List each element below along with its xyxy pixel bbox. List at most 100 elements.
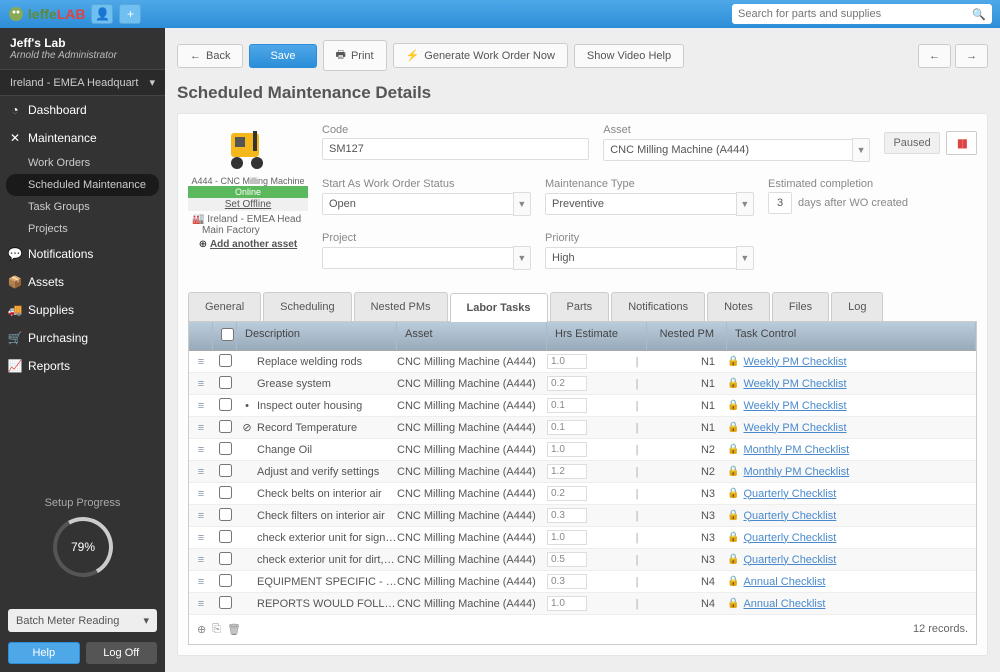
maint-type-select[interactable] — [545, 193, 736, 215]
tab-scheduling[interactable]: Scheduling — [263, 292, 351, 321]
row-checkbox[interactable] — [219, 376, 232, 389]
next-button[interactable]: → — [955, 44, 988, 68]
col-task-control[interactable]: Task Control — [727, 322, 976, 350]
project-select[interactable] — [322, 247, 513, 269]
hrs-input[interactable] — [547, 398, 587, 413]
task-control-link[interactable]: Quarterly Checklist — [743, 532, 836, 544]
nav-dashboard[interactable]: ◔Dashboard — [0, 96, 165, 124]
nav-supplies[interactable]: 🚚Supplies — [0, 296, 165, 324]
task-control-link[interactable]: Monthly PM Checklist — [743, 466, 849, 478]
table-row[interactable]: ≡Adjust and verify settingsCNC Milling M… — [189, 461, 976, 483]
table-row[interactable]: ≡Change OilCNC Milling Machine (A444)|N2… — [189, 439, 976, 461]
video-help-button[interactable]: Show Video Help — [574, 44, 684, 68]
est-days-input[interactable] — [768, 192, 792, 214]
nav-maintenance[interactable]: ✕Maintenance — [0, 124, 165, 152]
save-button[interactable]: Save — [249, 44, 316, 68]
drag-handle-icon[interactable]: ≡ — [189, 400, 213, 412]
chevron-down-icon[interactable]: ▼ — [513, 192, 531, 216]
drag-handle-icon[interactable]: ≡ — [189, 356, 213, 368]
col-hrs[interactable]: Hrs Estimate — [547, 322, 647, 350]
location-select[interactable]: Ireland - EMEA Headquart ▾ — [0, 69, 165, 96]
hrs-input[interactable] — [547, 508, 587, 523]
nav-scheduled-maintenance[interactable]: Scheduled Maintenance — [6, 174, 159, 196]
delete-row-icon[interactable]: 🗑 — [227, 623, 241, 636]
col-nested-pm[interactable]: Nested PM — [647, 322, 727, 350]
help-button[interactable]: Help — [8, 642, 80, 664]
chevron-down-icon[interactable]: ▼ — [852, 138, 871, 162]
table-row[interactable]: ≡check exterior unit for dirt, de...CNC … — [189, 549, 976, 571]
row-checkbox[interactable] — [219, 574, 232, 587]
hrs-input[interactable] — [547, 574, 587, 589]
drag-handle-icon[interactable]: ≡ — [189, 554, 213, 566]
drag-handle-icon[interactable]: ≡ — [189, 422, 213, 434]
hrs-input[interactable] — [547, 376, 587, 391]
hrs-input[interactable] — [547, 420, 587, 435]
select-all-checkbox[interactable] — [221, 328, 234, 341]
drag-handle-icon[interactable]: ≡ — [189, 378, 213, 390]
table-row[interactable]: ≡EQUIPMENT SPECIFIC - VEND...CNC Milling… — [189, 571, 976, 593]
chevron-down-icon[interactable]: ▼ — [736, 192, 754, 216]
row-checkbox[interactable] — [219, 442, 232, 455]
task-control-link[interactable]: Weekly PM Checklist — [743, 356, 846, 368]
drag-handle-icon[interactable]: ≡ — [189, 532, 213, 544]
nav-task-groups[interactable]: Task Groups — [0, 196, 165, 218]
nav-work-orders[interactable]: Work Orders — [0, 152, 165, 174]
task-control-link[interactable]: Monthly PM Checklist — [743, 444, 849, 456]
table-row[interactable]: ≡check exterior unit for signs of...CNC … — [189, 527, 976, 549]
table-row[interactable]: ≡REPORTS WOULD FOLLOW AN...CNC Milling M… — [189, 593, 976, 615]
tab-parts[interactable]: Parts — [550, 292, 610, 321]
task-control-link[interactable]: Weekly PM Checklist — [743, 400, 846, 412]
batch-meter-button[interactable]: Batch Meter Reading ▾ — [8, 609, 157, 632]
drag-handle-icon[interactable]: ≡ — [189, 444, 213, 456]
chevron-down-icon[interactable]: ▼ — [513, 246, 531, 270]
pause-button[interactable]: ▮▮ — [946, 131, 977, 155]
task-control-link[interactable]: Quarterly Checklist — [743, 488, 836, 500]
nav-reports[interactable]: 📈Reports — [0, 352, 165, 380]
generate-wo-button[interactable]: ⚡Generate Work Order Now — [393, 43, 568, 68]
row-checkbox[interactable] — [219, 464, 232, 477]
task-control-link[interactable]: Weekly PM Checklist — [743, 422, 846, 434]
code-input[interactable] — [322, 138, 589, 160]
prev-button[interactable]: ← — [918, 44, 951, 68]
table-row[interactable]: ≡⊘Record TemperatureCNC Milling Machine … — [189, 417, 976, 439]
drag-handle-icon[interactable]: ≡ — [189, 598, 213, 610]
add-row-icon[interactable]: ⊕ — [197, 623, 206, 636]
table-row[interactable]: ≡Check belts on interior airCNC Milling … — [189, 483, 976, 505]
nav-notifications[interactable]: 💬Notifications — [0, 240, 165, 268]
task-control-link[interactable]: Annual Checklist — [743, 598, 825, 610]
tab-notifications[interactable]: Notifications — [611, 292, 705, 321]
row-checkbox[interactable] — [219, 508, 232, 521]
table-row[interactable]: ≡Replace welding rodsCNC Milling Machine… — [189, 351, 976, 373]
hrs-input[interactable] — [547, 596, 587, 611]
row-checkbox[interactable] — [219, 552, 232, 565]
task-control-link[interactable]: Quarterly Checklist — [743, 510, 836, 522]
back-button[interactable]: ←Back — [177, 44, 243, 68]
tab-labor-tasks[interactable]: Labor Tasks — [450, 293, 548, 322]
set-offline-link[interactable]: Set Offline — [188, 198, 308, 211]
hrs-input[interactable] — [547, 464, 587, 479]
hrs-input[interactable] — [547, 552, 587, 567]
row-checkbox[interactable] — [219, 530, 232, 543]
task-control-link[interactable]: Weekly PM Checklist — [743, 378, 846, 390]
tab-log[interactable]: Log — [831, 292, 883, 321]
start-status-select[interactable] — [322, 193, 513, 215]
chevron-down-icon[interactable]: ▼ — [736, 246, 754, 270]
tab-files[interactable]: Files — [772, 292, 829, 321]
hrs-input[interactable] — [547, 530, 587, 545]
task-control-link[interactable]: Quarterly Checklist — [743, 554, 836, 566]
tab-general[interactable]: General — [188, 292, 261, 321]
drag-handle-icon[interactable]: ≡ — [189, 510, 213, 522]
nav-projects[interactable]: Projects — [0, 218, 165, 240]
tab-notes[interactable]: Notes — [707, 292, 770, 321]
user-icon[interactable]: 👤 — [91, 4, 113, 24]
hrs-input[interactable] — [547, 486, 587, 501]
drag-handle-icon[interactable]: ≡ — [189, 466, 213, 478]
print-button[interactable]: 🖶Print — [323, 40, 387, 71]
row-checkbox[interactable] — [219, 354, 232, 367]
row-checkbox[interactable] — [219, 398, 232, 411]
nav-purchasing[interactable]: 🛒Purchasing — [0, 324, 165, 352]
search-icon[interactable]: 🔍 — [972, 8, 986, 21]
col-description[interactable]: Description — [237, 322, 397, 350]
table-row[interactable]: ≡Check filters on interior airCNC Millin… — [189, 505, 976, 527]
plus-icon[interactable]: + — [119, 4, 141, 24]
